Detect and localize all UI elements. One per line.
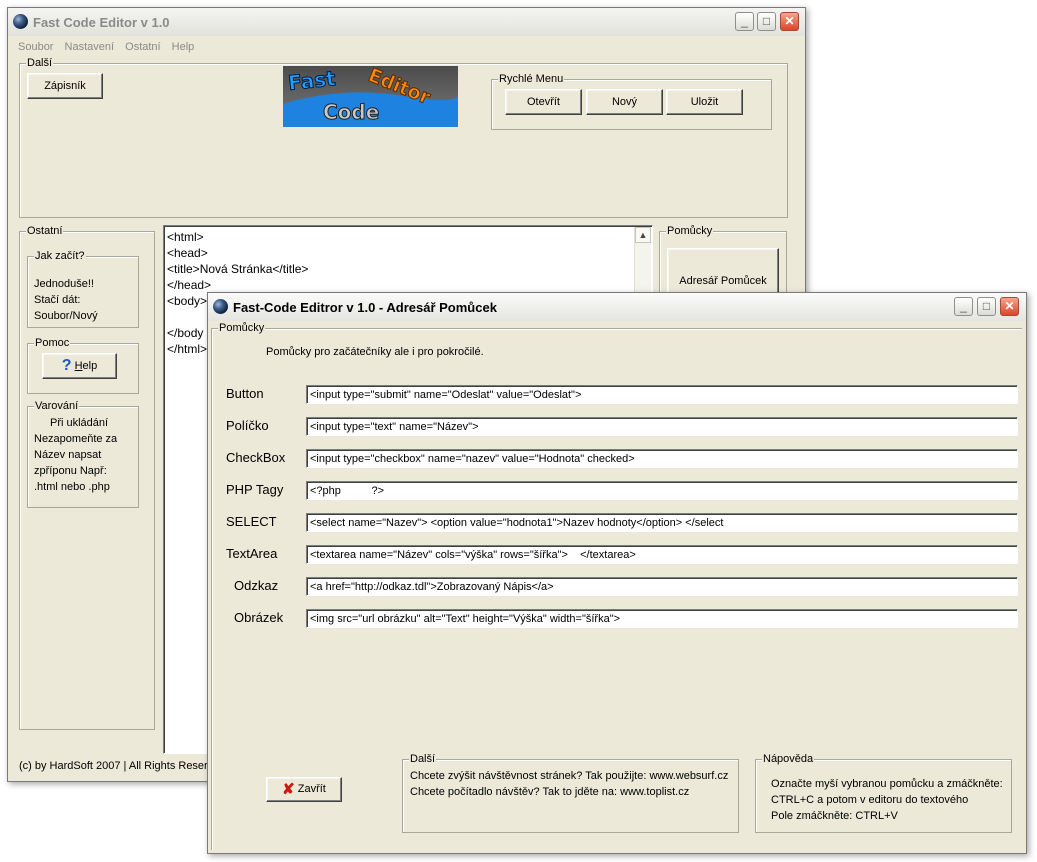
dialog-globe-icon — [213, 299, 228, 314]
jak-zacit-label: Jak začít? — [34, 249, 86, 263]
scroll-up-arrow-icon[interactable]: ▲ — [635, 227, 651, 243]
dialog-dalsi-label: Další — [409, 752, 437, 766]
php-tags-snippet-field[interactable] — [306, 481, 1018, 500]
label-textarea: TextArea — [226, 546, 278, 561]
dialog-window: Fast-Code Editror v 1.0 - Adresář Pomůce… — [207, 292, 1027, 854]
dialog-close-button[interactable]: ✕ — [1000, 297, 1019, 316]
group-rychle-menu: Rychlé Menu Otevřít Nový Uložit — [491, 72, 772, 130]
menu-bar: Soubor Nastavení Ostatní Help — [14, 38, 198, 56]
group-jak-zacit: Jak začít? Jednoduše!! Stačí dát: Soubor… — [27, 249, 139, 328]
logo-word-fast: Fast — [287, 66, 337, 95]
jak-zacit-line-3: Soubor/Nový — [34, 310, 98, 322]
help-button[interactable]: ? Help — [42, 353, 117, 379]
select-snippet-field[interactable] — [306, 513, 1018, 532]
varovani-label: Varování — [34, 399, 80, 413]
minimize-button[interactable]: _ — [735, 12, 754, 31]
varovani-line-2: Nezapomeňte za — [34, 433, 118, 445]
menu-soubor[interactable]: Soubor — [14, 38, 57, 56]
button-snippet-field[interactable] — [306, 385, 1018, 404]
minimize-icon: _ — [741, 14, 748, 28]
label-obrazek: Obrázek — [234, 610, 284, 625]
varovani-line-3: Název napsat — [34, 449, 102, 461]
app-globe-icon — [13, 14, 28, 29]
dialog-group-dalsi: Další Chcete zvýšit návštěvnost stránek?… — [402, 752, 739, 833]
pomoc-label: Pomoc — [34, 336, 71, 350]
dialog-group-napoveda: Nápověda Označte myší vybranou pomůcku a… — [755, 752, 1012, 833]
new-button[interactable]: Nový — [586, 89, 663, 115]
jak-zacit-line-1: Jednoduše!! — [34, 278, 94, 290]
napoveda-line-2: CTRL+C a potom v editoru do textového — [771, 794, 969, 806]
maximize-button[interactable]: □ — [757, 12, 776, 31]
menu-help[interactable]: Help — [168, 38, 199, 56]
group-dalsi-label: Další — [26, 56, 54, 70]
red-x-icon: ✘ — [282, 781, 295, 798]
label-select: SELECT — [226, 514, 277, 529]
minimize-icon: _ — [960, 299, 967, 313]
zavrit-button[interactable]: ✘ Zavřít — [266, 777, 342, 802]
dialog-intro: Pomůcky pro začátečníky ale i pro pokroč… — [266, 346, 484, 358]
jak-zacit-line-2: Stačí dát: — [34, 294, 81, 306]
label-policko: Políčko — [226, 418, 269, 433]
dialog-group-pomucky-label: Pomůcky — [218, 321, 266, 335]
group-ostatni-label: Ostatní — [26, 224, 64, 238]
label-php-tagy: PHP Tagy — [226, 482, 284, 497]
pomucky-main-label: Pomůcky — [666, 224, 714, 238]
notepad-button[interactable]: Zápisník — [27, 73, 103, 99]
group-pomoc: Pomoc ? Help — [27, 336, 139, 394]
link-snippet-field[interactable] — [306, 577, 1018, 596]
main-title-bar[interactable]: Fast Code Editor v 1.0 _ □ ✕ — [8, 8, 805, 36]
close-window-button[interactable]: ✕ — [780, 12, 799, 31]
textarea-snippet-field[interactable] — [306, 545, 1018, 564]
varovani-line-1: Při ukládání — [50, 417, 109, 429]
close-icon: ✕ — [784, 14, 795, 28]
dalsi-line-1: Chcete zvýšit návštěvnost stránek? Tak p… — [410, 770, 729, 782]
open-button[interactable]: Otevřít — [505, 89, 582, 115]
main-window-title: Fast Code Editor v 1.0 — [33, 15, 170, 30]
maximize-icon: □ — [982, 299, 991, 313]
napoveda-line-3: Pole zmáčkněte: CTRL+V — [771, 810, 898, 822]
image-snippet-field[interactable] — [306, 609, 1018, 628]
text-field-snippet-field[interactable] — [306, 417, 1018, 436]
group-varovani: Varování Při ukládání Nezapomeňte za Náz… — [27, 399, 139, 508]
help-question-icon: ? — [61, 357, 72, 375]
save-button[interactable]: Uložit — [666, 89, 743, 115]
dalsi-line-2: Chcete počítadlo návštěv? Tak to jděte n… — [410, 786, 690, 798]
group-ostatni: Ostatní Jak začít? Jednoduše!! Stačí dát… — [19, 224, 155, 730]
logo-word-code: Code — [323, 100, 379, 124]
dialog-maximize-button[interactable]: □ — [977, 297, 996, 316]
checkbox-snippet-field[interactable] — [306, 449, 1018, 468]
label-odzkaz: Odzkaz — [234, 578, 279, 593]
menu-nastaveni[interactable]: Nastavení — [61, 38, 119, 56]
group-dalsi: Další Zápisník Fast Editor Code Rychlé M… — [19, 56, 788, 218]
dialog-title: Fast-Code Editror v 1.0 - Adresář Pomůce… — [233, 300, 497, 315]
label-checkbox: CheckBox — [226, 450, 286, 465]
close-icon: ✕ — [1004, 299, 1015, 313]
status-bar: (c) by HardSoft 2007 | All Rights Reserv… — [19, 760, 226, 772]
group-rychle-menu-label: Rychlé Menu — [498, 72, 565, 86]
label-button: Button — [226, 386, 264, 401]
varovani-line-4: zpříponu Např: — [34, 465, 107, 477]
fast-code-editor-logo: Fast Editor Code — [283, 66, 458, 127]
dialog-title-bar[interactable]: Fast-Code Editror v 1.0 - Adresář Pomůce… — [208, 293, 1026, 321]
dialog-minimize-button[interactable]: _ — [954, 297, 973, 316]
maximize-icon: □ — [762, 14, 771, 28]
napoveda-label: Nápověda — [762, 752, 815, 766]
menu-ostatni[interactable]: Ostatní — [121, 38, 164, 56]
napoveda-line-1: Označte myší vybranou pomůcku a zmáčknět… — [771, 778, 1003, 790]
varovani-line-5: .html nebo .php — [34, 481, 110, 493]
